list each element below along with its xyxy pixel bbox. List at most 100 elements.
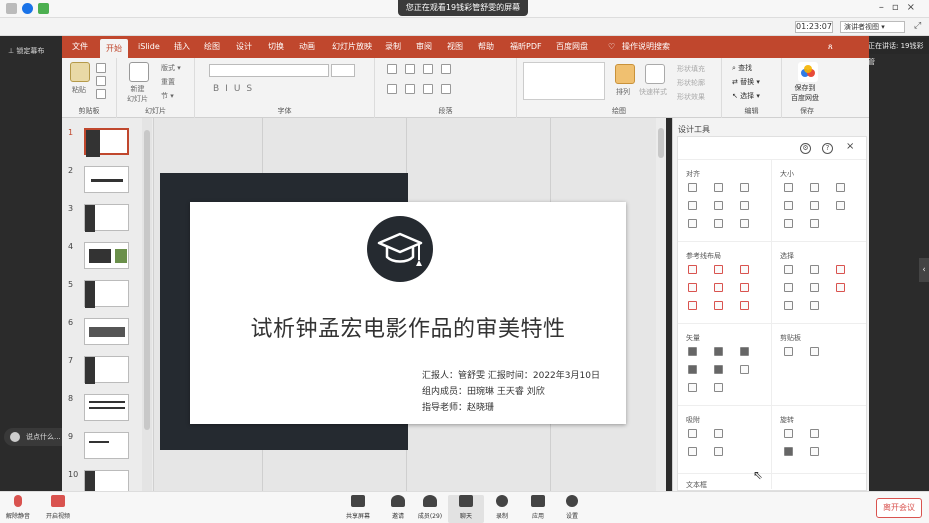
crop-icon[interactable]: [784, 219, 793, 228]
tab-transitions[interactable]: 切换: [268, 36, 284, 58]
scrollbar-knob[interactable]: [144, 130, 150, 430]
rotate-left-icon[interactable]: [784, 429, 793, 438]
tab-insert[interactable]: 插入: [174, 36, 190, 58]
merge-intersect-icon[interactable]: [688, 365, 697, 374]
slide-thumbnail-2[interactable]: [84, 166, 129, 193]
tab-view[interactable]: 视图: [447, 36, 463, 58]
slide-thumbnail-8[interactable]: [84, 394, 129, 421]
width-match-icon[interactable]: [784, 201, 793, 210]
tab-foxit-pdf[interactable]: 福昕PDF: [510, 36, 542, 58]
settings-button[interactable]: 设置: [554, 495, 590, 523]
copy-tool-icon[interactable]: [784, 347, 793, 356]
slide-editing-canvas[interactable]: 试析钟孟宏电影作品的审美特性 汇报人：管舒雯 汇报时间：2022年3月10日 组…: [154, 118, 662, 491]
distribute-h-tool-icon[interactable]: [688, 219, 697, 228]
help-icon[interactable]: ?: [822, 143, 833, 154]
align-center-icon[interactable]: [405, 84, 415, 94]
slide-title[interactable]: 试析钟孟宏电影作品的审美特性: [190, 311, 626, 343]
find-button[interactable]: ⌕ 查找: [732, 63, 752, 73]
indent-decrease-icon[interactable]: [423, 64, 433, 74]
snap-bottom-icon[interactable]: [714, 447, 723, 456]
layout-button[interactable]: 版式 ▾: [161, 63, 181, 73]
leave-meeting-button[interactable]: 离开会议: [876, 498, 922, 518]
quick-styles-label[interactable]: 快速样式: [639, 87, 667, 97]
select-color-icon[interactable]: [836, 265, 845, 274]
tab-slideshow[interactable]: 幻灯片放映: [332, 36, 372, 58]
user-icon[interactable]: ጸ: [828, 36, 833, 58]
font-size-select[interactable]: [331, 64, 355, 77]
font-name-select[interactable]: [209, 64, 329, 77]
save-to-baidu-label[interactable]: 保存到 百度网盘: [791, 83, 819, 103]
guide-left-icon[interactable]: [688, 265, 697, 274]
select-similar-icon[interactable]: [810, 265, 819, 274]
same-size-icon[interactable]: [836, 183, 845, 192]
height-match-icon[interactable]: [810, 201, 819, 210]
close-icon[interactable]: ×: [846, 141, 854, 152]
flip-vertical-icon[interactable]: [810, 447, 819, 456]
baidu-cloud-icon[interactable]: [798, 62, 818, 82]
align-right-tool-icon[interactable]: [740, 183, 749, 192]
tab-islide[interactable]: iSlide: [138, 36, 160, 58]
slide-members[interactable]: 组内成员：田琬琳 王天睿 刘欣: [422, 384, 545, 397]
merge-subtract-icon[interactable]: [714, 365, 723, 374]
shape-outline-button[interactable]: 形状轮廓: [677, 78, 705, 88]
slide-reporter[interactable]: 汇报人：管舒雯 汇报时间：2022年3月10日: [422, 368, 600, 381]
reset-button[interactable]: 重置: [161, 77, 175, 87]
shield-icon[interactable]: [22, 3, 33, 14]
align-left-tool-icon[interactable]: [688, 183, 697, 192]
cut-icon[interactable]: [96, 63, 106, 73]
shape-fill-button[interactable]: 形状填充: [677, 64, 705, 74]
side-panel-toggle[interactable]: ‹: [919, 258, 929, 282]
align-center-tool-icon[interactable]: [714, 183, 723, 192]
guide-grid-icon[interactable]: [688, 301, 697, 310]
tab-draw[interactable]: 绘图: [204, 36, 220, 58]
merge-union-icon[interactable]: [688, 347, 697, 356]
distribute-v-tool-icon[interactable]: [714, 219, 723, 228]
slide-thumbnail-7[interactable]: [84, 356, 129, 384]
flip-horizontal-icon[interactable]: [784, 447, 793, 456]
chat-button[interactable]: 聊天: [448, 495, 484, 523]
select-top-icon[interactable]: [784, 283, 793, 292]
tab-home[interactable]: 开始: [100, 39, 128, 58]
rotate-right-icon[interactable]: [810, 429, 819, 438]
select-button[interactable]: ↖ 选择 ▾: [732, 91, 760, 101]
align-bars-tool-icon[interactable]: [740, 219, 749, 228]
format-painter-icon[interactable]: [96, 89, 106, 99]
guide-right-icon[interactable]: [740, 265, 749, 274]
resize-icon[interactable]: [836, 201, 845, 210]
new-slide-icon[interactable]: [129, 62, 149, 82]
slide-thumbnail-1[interactable]: [84, 128, 129, 157]
tab-file[interactable]: 文件: [72, 36, 88, 58]
merge-fragment-icon[interactable]: [740, 347, 749, 356]
arrange-icon[interactable]: [615, 64, 635, 84]
tab-animations[interactable]: 动画: [299, 36, 315, 58]
guide-layout-icon[interactable]: [740, 301, 749, 310]
shapes-gallery[interactable]: [523, 62, 605, 100]
invite-button[interactable]: 邀请: [380, 495, 416, 523]
tab-baidu-netdisk[interactable]: 百度网盘: [556, 36, 588, 58]
select-arrow-icon[interactable]: [836, 283, 845, 292]
quick-styles-icon[interactable]: [645, 64, 665, 84]
tab-design[interactable]: 设计: [236, 36, 252, 58]
tab-record[interactable]: 录制: [385, 36, 401, 58]
tab-help[interactable]: 帮助: [478, 36, 494, 58]
settings-icon[interactable]: ⚙: [800, 143, 811, 154]
snap-left-icon[interactable]: [688, 429, 697, 438]
paste-icon[interactable]: [70, 62, 90, 82]
record-button[interactable]: 录制: [484, 495, 520, 523]
fullscreen-icon[interactable]: ⤢: [914, 21, 921, 31]
paste-tool-icon[interactable]: [810, 347, 819, 356]
apps-button[interactable]: 应用: [520, 495, 556, 523]
video-button[interactable]: 开启视频: [40, 495, 76, 523]
guide-middle-icon[interactable]: [714, 283, 723, 292]
scrollbar-knob[interactable]: [658, 128, 664, 158]
align-top-tool-icon[interactable]: [688, 201, 697, 210]
align-left-icon[interactable]: [387, 84, 397, 94]
tab-review[interactable]: 审阅: [416, 36, 432, 58]
same-width-icon[interactable]: [784, 183, 793, 192]
select-level-icon[interactable]: [784, 301, 793, 310]
indent-increase-icon[interactable]: [441, 64, 451, 74]
arrange-label[interactable]: 排列: [616, 87, 630, 97]
lock-screen-button[interactable]: ⊥ 锁定幕布: [8, 46, 44, 56]
slide-1[interactable]: 试析钟孟宏电影作品的审美特性 汇报人：管舒雯 汇报时间：2022年3月10日 组…: [190, 202, 626, 424]
share-screen-button[interactable]: 共享屏幕: [340, 495, 376, 523]
